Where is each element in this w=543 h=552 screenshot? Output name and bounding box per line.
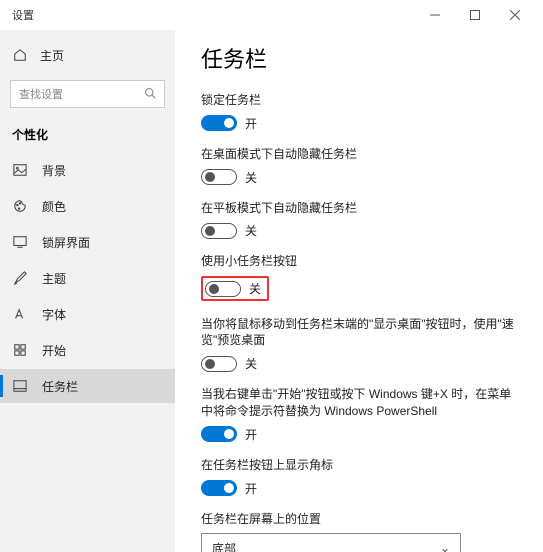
- image-icon: [12, 162, 28, 178]
- sidebar-item-label: 背景: [42, 162, 66, 179]
- toggle-state-text: 关: [245, 355, 257, 372]
- font-icon: [12, 306, 28, 322]
- setting-label: 锁定任务栏: [201, 92, 517, 109]
- taskbar-icon: [12, 378, 28, 394]
- brush-icon: [12, 270, 28, 286]
- taskbar-position-label: 任务栏在屏幕上的位置: [201, 511, 517, 528]
- sidebar-item-label: 颜色: [42, 198, 66, 215]
- monitor-icon: [12, 234, 28, 250]
- home-icon: [12, 47, 28, 63]
- search-placeholder: 查找设置: [19, 86, 63, 102]
- minimize-button[interactable]: [415, 0, 455, 30]
- sidebar-item-label: 字体: [42, 306, 66, 323]
- sidebar-item-taskbar[interactable]: 任务栏: [0, 369, 175, 403]
- toggle-switch[interactable]: [201, 426, 237, 442]
- search-icon: [144, 87, 156, 102]
- toggle-switch[interactable]: [201, 480, 237, 496]
- toggle-switch[interactable]: [201, 169, 237, 185]
- toggle-state-text: 关: [249, 280, 261, 297]
- toggle-switch[interactable]: [201, 115, 237, 131]
- setting-label: 当你将鼠标移动到任务栏末端的"显示桌面"按钮时，使用"速览"预览桌面: [201, 316, 517, 350]
- setting-label: 使用小任务栏按钮: [201, 253, 517, 270]
- sidebar-item-label: 锁屏界面: [42, 234, 90, 251]
- sidebar-item-label: 任务栏: [42, 378, 78, 395]
- sidebar-item-label: 主题: [42, 270, 66, 287]
- window-title: 设置: [12, 7, 34, 23]
- chevron-down-icon: ⌄: [440, 541, 450, 552]
- close-button[interactable]: [495, 0, 535, 30]
- toggle-switch[interactable]: [201, 356, 237, 372]
- maximize-button[interactable]: [455, 0, 495, 30]
- setting-label: 在桌面模式下自动隐藏任务栏: [201, 146, 517, 163]
- sidebar-item-lockscreen[interactable]: 锁屏界面: [0, 225, 175, 259]
- sidebar: 主页 查找设置 个性化 背景 颜色 锁屏界面 主题 字体: [0, 30, 175, 552]
- setting-label: 当我右键单击"开始"按钮或按下 Windows 键+X 时，在菜单中将命令提示符…: [201, 386, 517, 420]
- highlighted-toggle: 关: [201, 276, 269, 301]
- toggle-switch[interactable]: [205, 281, 241, 297]
- toggle-state-text: 开: [245, 480, 257, 497]
- palette-icon: [12, 198, 28, 214]
- toggle-state-text: 开: [245, 426, 257, 443]
- sidebar-home[interactable]: 主页: [0, 38, 175, 72]
- toggle-state-text: 关: [245, 222, 257, 239]
- setting-label: 在平板模式下自动隐藏任务栏: [201, 200, 517, 217]
- toggle-state-text: 开: [245, 115, 257, 132]
- toggle-state-text: 关: [245, 169, 257, 186]
- sidebar-home-label: 主页: [40, 47, 64, 64]
- sidebar-item-themes[interactable]: 主题: [0, 261, 175, 295]
- toggle-switch[interactable]: [201, 223, 237, 239]
- page-title: 任务栏: [201, 42, 517, 74]
- sidebar-item-label: 开始: [42, 342, 66, 359]
- sidebar-item-colors[interactable]: 颜色: [0, 189, 175, 223]
- taskbar-position-dropdown[interactable]: 底部 ⌄: [201, 533, 461, 552]
- sidebar-category: 个性化: [0, 120, 175, 151]
- start-icon: [12, 342, 28, 358]
- sidebar-item-background[interactable]: 背景: [0, 153, 175, 187]
- sidebar-item-start[interactable]: 开始: [0, 333, 175, 367]
- setting-label: 在任务栏按钮上显示角标: [201, 457, 517, 474]
- search-input[interactable]: 查找设置: [10, 80, 165, 108]
- sidebar-item-fonts[interactable]: 字体: [0, 297, 175, 331]
- dropdown-value: 底部: [212, 540, 236, 552]
- content-area: 任务栏 锁定任务栏开在桌面模式下自动隐藏任务栏关在平板模式下自动隐藏任务栏关使用…: [175, 30, 543, 552]
